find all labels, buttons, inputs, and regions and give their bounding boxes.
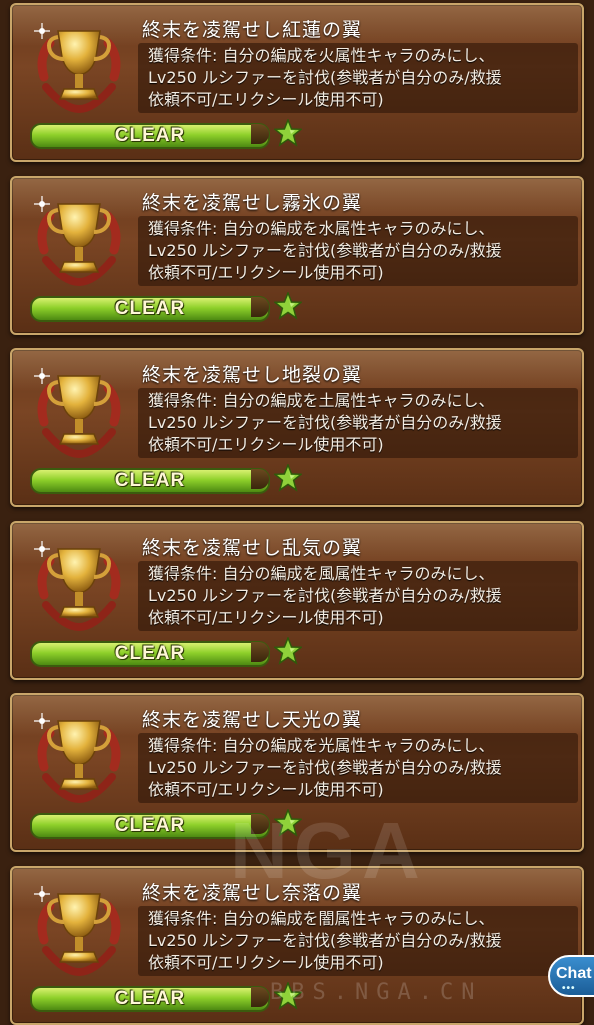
achievement-card[interactable]: 終末を凌駕せし地裂の翼 獲得条件: 自分の編成を土属性キャラのみにし、 Lv25… <box>10 348 584 507</box>
clear-label: CLEAR <box>114 297 186 319</box>
clear-label: CLEAR <box>114 125 186 146</box>
achievement-title: 終末を凌駕せし霧氷の翼 <box>142 191 363 214</box>
star-icon <box>274 291 302 320</box>
watermark-logo: NGA <box>230 806 426 895</box>
achievement-description: 獲得条件: 自分の編成を光属性キャラのみにし、 Lv250 ルシファーを討伐(参… <box>148 736 502 799</box>
trophy-icon <box>34 713 121 804</box>
clear-label: CLEAR <box>114 987 186 1009</box>
progress-bar: CLEAR <box>30 985 270 1012</box>
achievement-card[interactable]: 終末を凌駕せし乱気の翼 獲得条件: 自分の編成を風属性キャラのみにし、 Lv25… <box>10 520 584 680</box>
trophy-icon <box>34 195 121 286</box>
progress-bar: CLEAR <box>30 295 270 322</box>
chat-button[interactable]: Chat ••• <box>548 955 594 997</box>
trophy-icon <box>34 885 121 976</box>
chat-button-label: Chat <box>556 965 592 982</box>
trophy-icon <box>34 540 121 631</box>
star-icon <box>274 464 302 492</box>
clear-label: CLEAR <box>114 470 186 491</box>
achievement-card[interactable]: 終末を凌駕せし霧氷の翼 獲得条件: 自分の編成を水属性キャラのみにし、 Lv25… <box>10 175 584 335</box>
chat-dots-icon: ••• <box>562 983 576 994</box>
achievement-title: 終末を凌駕せし天光の翼 <box>142 709 363 731</box>
star-icon <box>274 636 302 665</box>
progress-bar: CLEAR <box>30 123 270 149</box>
progress-bar: CLEAR <box>30 468 270 494</box>
achievement-description: 獲得条件: 自分の編成を火属性キャラのみにし、 Lv250 ルシファーを討伐(参… <box>148 46 502 109</box>
trophy-icon <box>34 23 121 114</box>
achievement-description: 獲得条件: 自分の編成を風属性キャラのみにし、 Lv250 ルシファーを討伐(参… <box>148 563 502 627</box>
trophy-icon <box>34 368 121 459</box>
achievement-title: 終末を凌駕せし紅蓮の翼 <box>142 19 363 41</box>
achievement-card[interactable]: 終末を凌駕せし紅蓮の翼 獲得条件: 自分の編成を火属性キャラのみにし、 Lv25… <box>10 3 584 162</box>
achievement-description: 獲得条件: 自分の編成を土属性キャラのみにし、 Lv250 ルシファーを討伐(参… <box>148 391 502 454</box>
progress-bar: CLEAR <box>30 640 270 667</box>
watermark-url: BBS.NGA.CN <box>270 980 483 1005</box>
achievement-description: 獲得条件: 自分の編成を闇属性キャラのみにし、 Lv250 ルシファーを討伐(参… <box>148 908 502 972</box>
star-icon <box>274 119 302 147</box>
achievement-title: 終末を凌駕せし乱気の翼 <box>142 536 363 559</box>
achievement-title: 終末を凌駕せし地裂の翼 <box>142 364 363 386</box>
achievement-description: 獲得条件: 自分の編成を水属性キャラのみにし、 Lv250 ルシファーを討伐(参… <box>148 218 502 282</box>
clear-label: CLEAR <box>114 642 186 664</box>
